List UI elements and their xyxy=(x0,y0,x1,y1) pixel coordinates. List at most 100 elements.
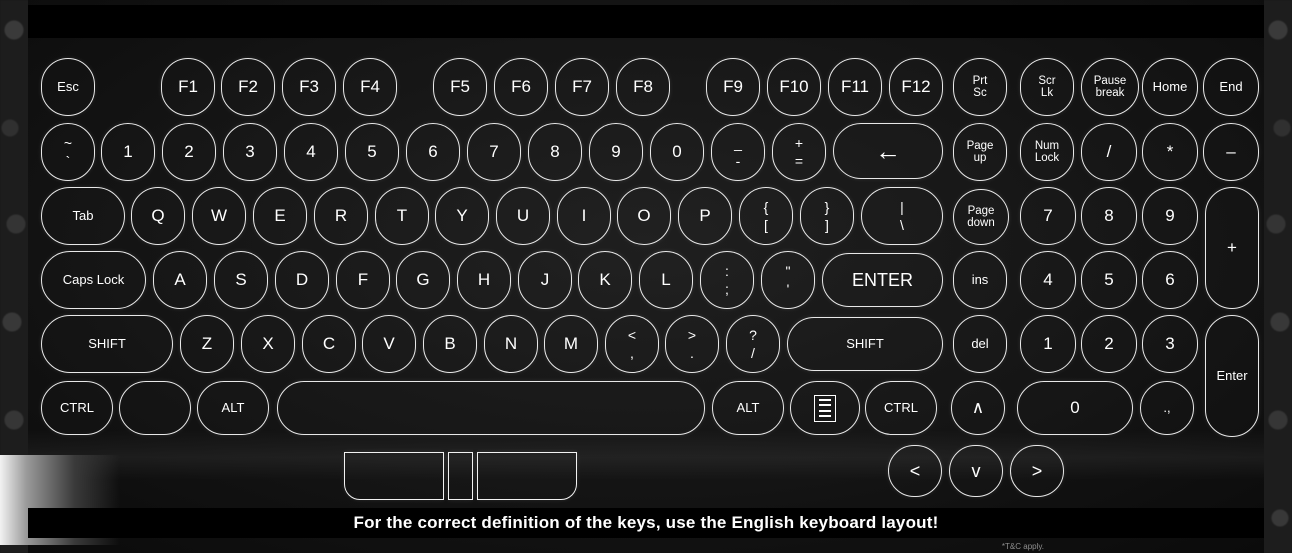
key-pause[interactable]: Pause break xyxy=(1081,58,1139,116)
key-space[interactable] xyxy=(277,381,705,435)
key-letter-m[interactable]: M xyxy=(544,315,598,373)
key-digit-1[interactable]: 1 xyxy=(101,123,155,181)
key-backspace[interactable]: ← xyxy=(833,123,943,179)
key-alt-right[interactable]: ALT xyxy=(712,381,784,435)
key-letter-x[interactable]: X xyxy=(241,315,295,373)
key-np-enter[interactable]: Enter xyxy=(1205,315,1259,437)
key-backslash[interactable]: | \ xyxy=(861,187,943,245)
key-prtsc[interactable]: Prt Sc xyxy=(953,58,1007,116)
key-period[interactable]: >. xyxy=(665,315,719,373)
key-scrlk[interactable]: Scr Lk xyxy=(1020,58,1074,116)
key-np-2[interactable]: 2 xyxy=(1081,315,1137,373)
key-letter-b[interactable]: B xyxy=(423,315,477,373)
touchpad-left-button[interactable] xyxy=(344,452,444,500)
key-np-4[interactable]: 4 xyxy=(1020,251,1076,309)
key-ctrl-left[interactable]: CTRL xyxy=(41,381,113,435)
key-letter-w[interactable]: W xyxy=(192,187,246,245)
key-digit-6[interactable]: 6 xyxy=(406,123,460,181)
key-digit-8[interactable]: 8 xyxy=(528,123,582,181)
touchpad-right-button[interactable] xyxy=(477,452,577,500)
key-letter-c[interactable]: C xyxy=(302,315,356,373)
key-slash[interactable]: ? / xyxy=(726,315,780,373)
key-letter-p[interactable]: P xyxy=(678,187,732,245)
key-digit-2[interactable]: 2 xyxy=(162,123,216,181)
key-letter-e[interactable]: E xyxy=(253,187,307,245)
key-f10[interactable]: F10 xyxy=(767,58,821,116)
key-np-divide[interactable]: / xyxy=(1081,123,1137,181)
key-tilde[interactable]: ~ ` xyxy=(41,123,95,181)
key-alt-left[interactable]: ALT xyxy=(197,381,269,435)
key-np-6[interactable]: 6 xyxy=(1142,251,1198,309)
key-f9[interactable]: F9 xyxy=(706,58,760,116)
key-bracket-right[interactable]: }] xyxy=(800,187,854,245)
key-np-plus[interactable]: + xyxy=(1205,187,1259,309)
key-pageup[interactable]: Page up xyxy=(953,123,1007,181)
key-letter-l[interactable]: L xyxy=(639,251,693,309)
key-equal[interactable]: + = xyxy=(772,123,826,181)
key-letter-i[interactable]: I xyxy=(557,187,611,245)
key-letter-o[interactable]: O xyxy=(617,187,671,245)
key-letter-k[interactable]: K xyxy=(578,251,632,309)
key-letter-t[interactable]: T xyxy=(375,187,429,245)
key-np-multiply[interactable]: * xyxy=(1142,123,1198,181)
key-shift-left[interactable]: SHIFT xyxy=(41,315,173,373)
key-np-up-caret[interactable]: ∧ xyxy=(951,381,1005,435)
key-letter-z[interactable]: Z xyxy=(180,315,234,373)
key-bracket-left[interactable]: {[ xyxy=(739,187,793,245)
key-letter-v[interactable]: V xyxy=(362,315,416,373)
key-np-1[interactable]: 1 xyxy=(1020,315,1076,373)
key-letter-s[interactable]: S xyxy=(214,251,268,309)
key-comma[interactable]: <, xyxy=(605,315,659,373)
key-arrow-left[interactable]: < xyxy=(888,445,942,497)
key-np-7[interactable]: 7 xyxy=(1020,187,1076,245)
key-letter-a[interactable]: A xyxy=(153,251,207,309)
key-digit-4[interactable]: 4 xyxy=(284,123,338,181)
key-context-menu[interactable] xyxy=(790,381,860,435)
key-letter-d[interactable]: D xyxy=(275,251,329,309)
key-f1[interactable]: F1 xyxy=(161,58,215,116)
key-np-0[interactable]: 0 xyxy=(1017,381,1133,435)
key-arrow-right[interactable]: > xyxy=(1010,445,1064,497)
key-np-5[interactable]: 5 xyxy=(1081,251,1137,309)
key-f8[interactable]: F8 xyxy=(616,58,670,116)
key-minus[interactable]: _ - xyxy=(711,123,765,181)
key-digit-9[interactable]: 9 xyxy=(589,123,643,181)
key-digit-7[interactable]: 7 xyxy=(467,123,521,181)
key-arrow-down[interactable]: v xyxy=(949,445,1003,497)
key-f5[interactable]: F5 xyxy=(433,58,487,116)
key-letter-j[interactable]: J xyxy=(518,251,572,309)
key-end[interactable]: End xyxy=(1203,58,1259,116)
key-f6[interactable]: F6 xyxy=(494,58,548,116)
key-np-decimal[interactable]: ., xyxy=(1140,381,1194,435)
key-enter[interactable]: ENTER xyxy=(822,253,943,307)
key-del[interactable]: del xyxy=(953,315,1007,373)
key-letter-y[interactable]: Y xyxy=(435,187,489,245)
key-tab[interactable]: Tab xyxy=(41,187,125,245)
key-quote[interactable]: " ' xyxy=(761,251,815,309)
key-esc[interactable]: Esc xyxy=(41,58,95,116)
key-f12[interactable]: F12 xyxy=(889,58,943,116)
key-home[interactable]: Home xyxy=(1142,58,1198,116)
key-capslock[interactable]: Caps Lock xyxy=(41,251,146,309)
key-semicolon[interactable]: :; xyxy=(700,251,754,309)
key-letter-u[interactable]: U xyxy=(496,187,550,245)
key-digit-3[interactable]: 3 xyxy=(223,123,277,181)
key-pagedown[interactable]: Page down xyxy=(953,189,1009,245)
key-letter-q[interactable]: Q xyxy=(131,187,185,245)
key-np-8[interactable]: 8 xyxy=(1081,187,1137,245)
key-np-9[interactable]: 9 xyxy=(1142,187,1198,245)
key-numlock[interactable]: Num Lock xyxy=(1020,123,1074,181)
key-ins[interactable]: ins xyxy=(953,251,1007,309)
key-f3[interactable]: F3 xyxy=(282,58,336,116)
touchpad-middle-button[interactable] xyxy=(448,452,473,500)
key-ctrl-right[interactable]: CTRL xyxy=(865,381,937,435)
key-letter-h[interactable]: H xyxy=(457,251,511,309)
key-f11[interactable]: F11 xyxy=(828,58,882,116)
key-np-3[interactable]: 3 xyxy=(1142,315,1198,373)
key-digit-5[interactable]: 5 xyxy=(345,123,399,181)
key-digit-0[interactable]: 0 xyxy=(650,123,704,181)
key-f2[interactable]: F2 xyxy=(221,58,275,116)
key-letter-r[interactable]: R xyxy=(314,187,368,245)
key-f4[interactable]: F4 xyxy=(343,58,397,116)
key-win-left[interactable] xyxy=(119,381,191,435)
